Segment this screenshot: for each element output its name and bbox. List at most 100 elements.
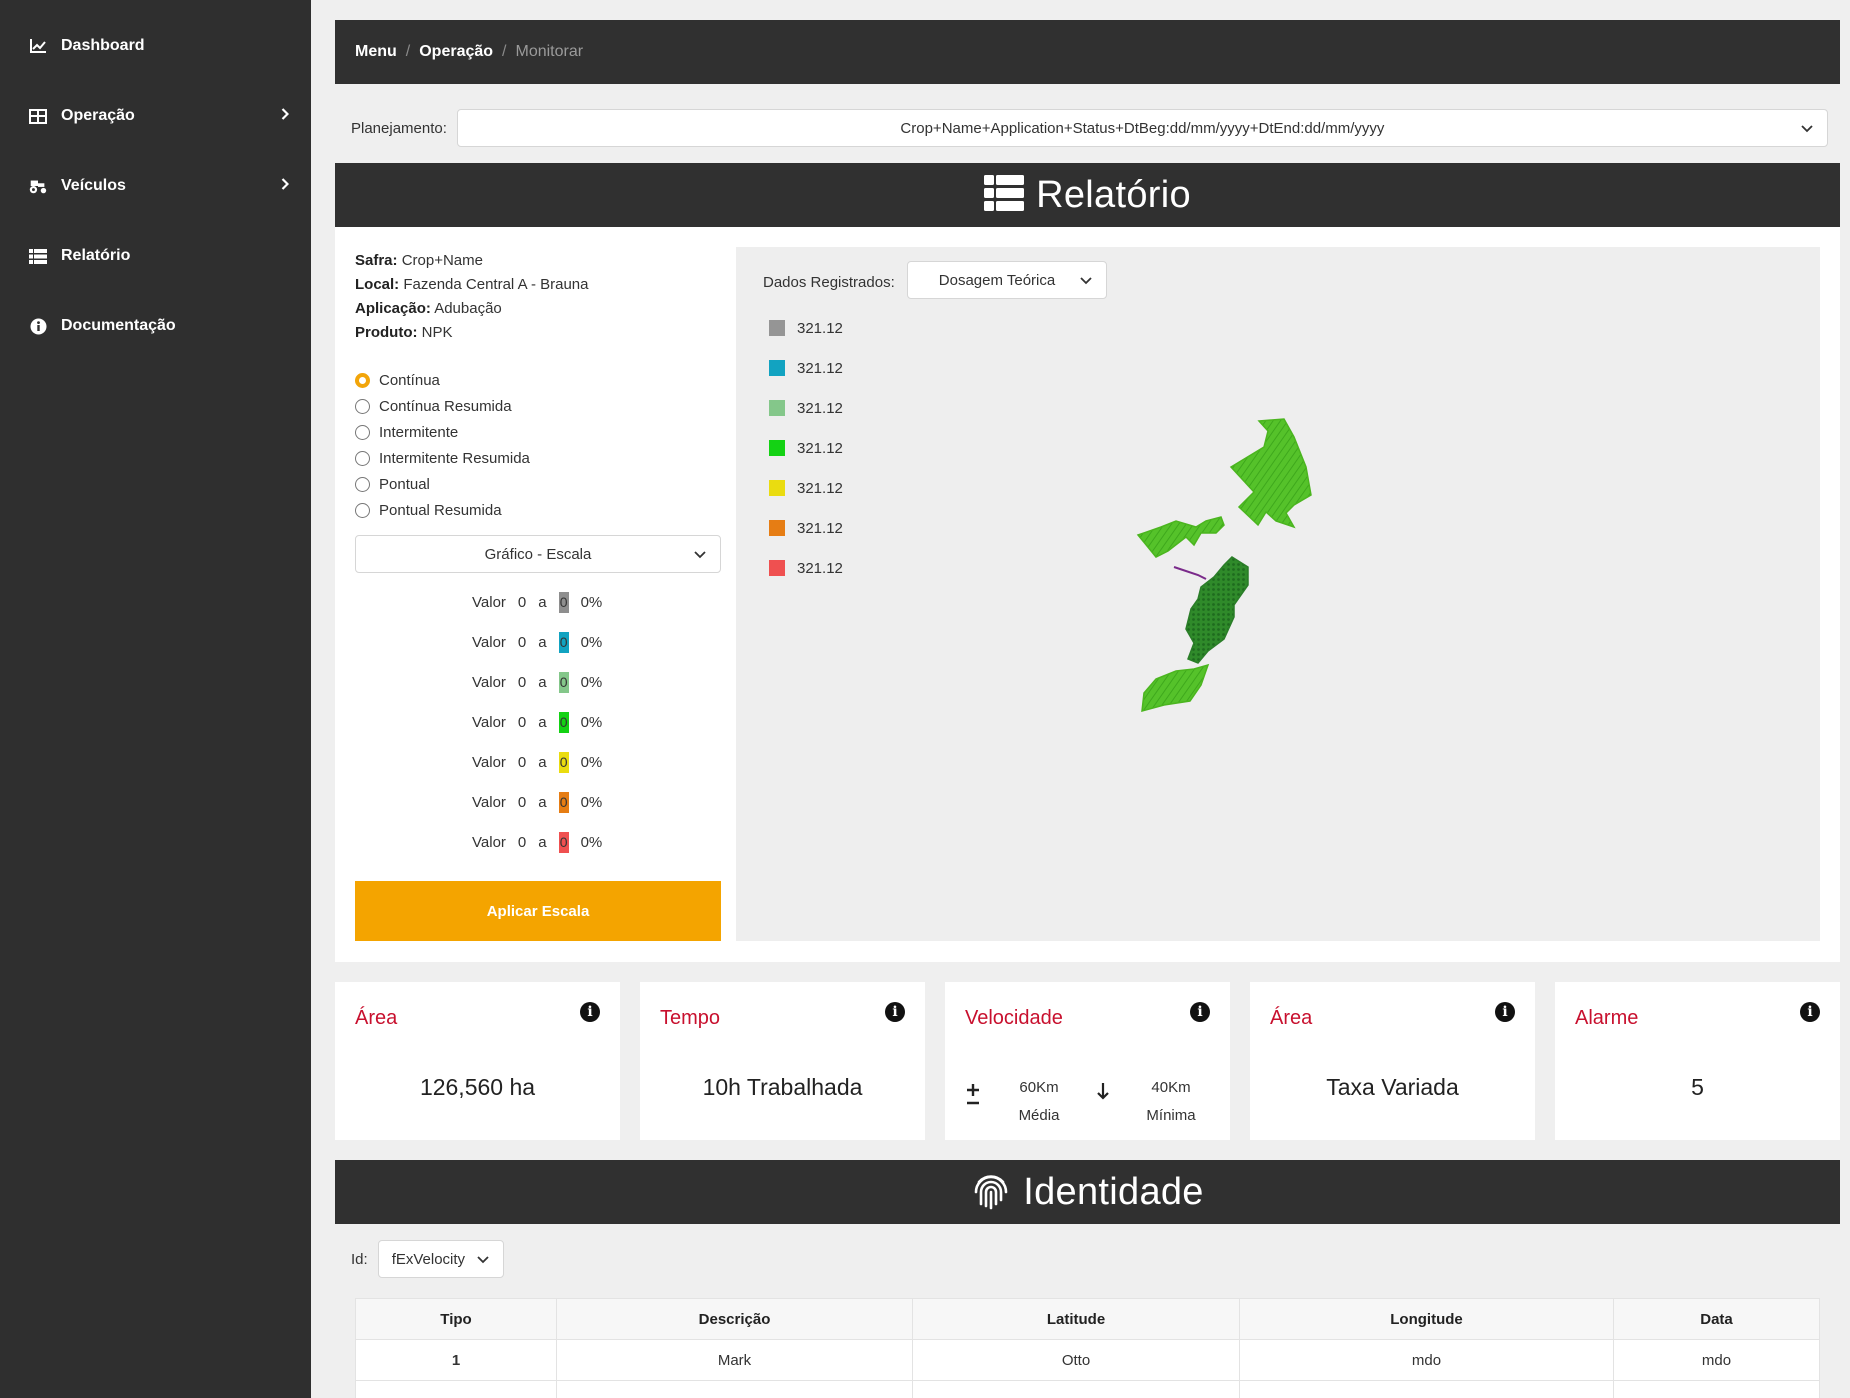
scale-from-value[interactable]: 0 xyxy=(518,594,526,611)
card-title: Área xyxy=(355,1007,398,1029)
info-icon[interactable]: i xyxy=(885,1002,905,1022)
radio-continua[interactable]: Contínua xyxy=(355,367,530,393)
info-local: Local: Fazenda Central A - Brauna xyxy=(355,276,589,293)
info-aplicacao: Aplicação: Adubação xyxy=(355,300,502,317)
table-row[interactable] xyxy=(355,1380,1820,1398)
info-icon[interactable]: i xyxy=(1800,1002,1820,1022)
column-header[interactable]: Longitude xyxy=(1239,1298,1614,1340)
card-area: Área i 126,560 ha xyxy=(335,982,620,1140)
info-icon[interactable]: i xyxy=(1495,1002,1515,1022)
id-select[interactable]: fExVelocity xyxy=(377,1240,504,1278)
scale-percent: 0% xyxy=(580,833,603,851)
radio-intermitente-resumida[interactable]: Intermitente Resumida xyxy=(355,445,530,471)
sidebar-item-label: Veículos xyxy=(61,177,126,194)
sidebar-item-relatorio[interactable]: Relatório xyxy=(0,226,311,286)
scale-separator: a xyxy=(538,753,547,771)
planejamento-select[interactable]: Crop+Name+Application+Status+DtBeg:dd/mm… xyxy=(456,109,1828,147)
card-title: Velocidade xyxy=(965,1007,1063,1029)
scale-separator: a xyxy=(538,713,547,731)
radio-pontual-resumida[interactable]: Pontual Resumida xyxy=(355,497,530,523)
scale-color-swatch[interactable]: 0 xyxy=(558,711,569,733)
legend-item: 321.12 xyxy=(769,428,843,468)
cell-data: mdo xyxy=(1613,1339,1820,1381)
scale-label: Valor xyxy=(472,713,506,731)
card-value: 5 xyxy=(1691,1074,1704,1100)
column-header[interactable]: Tipo xyxy=(355,1298,557,1340)
card-tempo: Tempo i 10h Trabalhada xyxy=(640,982,925,1140)
chevron-down-icon xyxy=(694,546,706,563)
scale-label: Valor xyxy=(472,833,506,851)
relatorio-panel: Safra: Crop+Name Local: Fazenda Central … xyxy=(335,227,1840,962)
scale-color-swatch[interactable]: 0 xyxy=(558,631,569,653)
table-row[interactable]: 1 Mark Otto mdo mdo xyxy=(355,1339,1820,1381)
track-line xyxy=(1173,566,1207,580)
radio-empty-icon xyxy=(355,476,370,492)
breadcrumb-menu[interactable]: Menu xyxy=(355,43,397,61)
column-header[interactable]: Latitude xyxy=(912,1298,1240,1340)
radio-continua-resumida[interactable]: Contínua Resumida xyxy=(355,393,530,419)
sidebar-item-dashboard[interactable]: Dashboard xyxy=(0,16,311,76)
sidebar-item-operacao[interactable]: Operação xyxy=(0,86,311,146)
scale-percent: 0% xyxy=(580,593,603,611)
list-icon xyxy=(28,246,48,266)
dados-registrados-select[interactable]: Dosagem Teórica xyxy=(907,261,1107,299)
info-icon[interactable]: i xyxy=(1190,1002,1210,1022)
card-value: 126,560 ha xyxy=(419,1074,536,1100)
legend-color-swatch xyxy=(769,400,785,416)
summary-cards: Área i 126,560 ha Tempo i 10h Trabalhada… xyxy=(335,982,1840,1140)
scale-percent: 0% xyxy=(580,753,603,771)
scale-color-swatch[interactable]: 0 xyxy=(558,751,569,773)
scale-color-swatch[interactable]: 0 xyxy=(558,591,569,613)
sidebar-item-documentacao[interactable]: Documentação xyxy=(0,296,311,356)
identidade-table: Tipo Descrição Latitude Longitude Data 1… xyxy=(355,1298,1820,1398)
scale-from-value[interactable]: 0 xyxy=(518,634,526,651)
relatorio-banner: Relatório xyxy=(335,163,1840,227)
radio-intermitente[interactable]: Intermitente xyxy=(355,419,530,445)
breadcrumb-operacao[interactable]: Operação xyxy=(419,43,493,61)
scale-color-swatch[interactable]: 0 xyxy=(558,831,569,853)
aplicar-escala-button[interactable]: Aplicar Escala xyxy=(355,881,721,941)
id-row: Id: fExVelocity xyxy=(335,1232,1840,1286)
chart-type-select[interactable]: Gráfico - Escala xyxy=(355,535,721,573)
legend-item: 321.12 xyxy=(769,348,843,388)
scale-separator: a xyxy=(538,673,547,691)
card-title: Tempo xyxy=(660,1007,721,1029)
identidade-title: Identidade xyxy=(1023,1170,1204,1213)
sidebar-item-veiculos[interactable]: Veículos xyxy=(0,156,311,216)
scale-from-value[interactable]: 0 xyxy=(518,794,526,811)
radio-empty-icon xyxy=(355,450,370,466)
scale-label: Valor xyxy=(472,673,506,691)
scale-percent: 0% xyxy=(580,633,603,651)
legend-value: 321.12 xyxy=(797,399,843,417)
column-header[interactable]: Descrição xyxy=(556,1298,913,1340)
legend-value: 321.12 xyxy=(797,359,843,377)
radio-pontual[interactable]: Pontual xyxy=(355,471,530,497)
scale-color-swatch[interactable]: 0 xyxy=(558,791,569,813)
scale-from-value[interactable]: 0 xyxy=(518,834,526,851)
chevron-right-icon xyxy=(281,107,290,125)
breadcrumb-separator: / xyxy=(405,43,411,60)
map-area[interactable]: Dados Registrados: Dosagem Teórica 321.1… xyxy=(736,247,1820,941)
velocidade-media: 60Km Média xyxy=(1018,1079,1060,1124)
breadcrumb-separator: / xyxy=(502,43,507,60)
info-icon[interactable]: i xyxy=(580,1002,600,1022)
scale-from-value[interactable]: 0 xyxy=(518,714,526,731)
scale-from-value[interactable]: 0 xyxy=(518,674,526,691)
column-header[interactable]: Data xyxy=(1613,1298,1820,1340)
tractor-icon xyxy=(28,176,48,196)
scale-separator: a xyxy=(538,833,547,851)
scale-color-swatch[interactable]: 0 xyxy=(558,671,569,693)
radio-empty-icon xyxy=(355,502,370,518)
card-velocidade: Velocidade i 60Km Média 40Km Mínima xyxy=(945,982,1230,1140)
field-map-plot xyxy=(1136,418,1312,713)
arrow-down-icon xyxy=(1096,1082,1110,1105)
field-polygon xyxy=(1141,663,1210,713)
legend-item: 321.12 xyxy=(769,548,843,588)
id-label: Id: xyxy=(351,1250,368,1268)
table-grid-icon xyxy=(28,106,48,126)
relatorio-title: Relatório xyxy=(1036,173,1191,216)
legend-item: 321.12 xyxy=(769,308,843,348)
cell-descricao: Mark xyxy=(556,1339,913,1381)
radio-empty-icon xyxy=(355,398,370,414)
scale-from-value[interactable]: 0 xyxy=(518,754,526,771)
